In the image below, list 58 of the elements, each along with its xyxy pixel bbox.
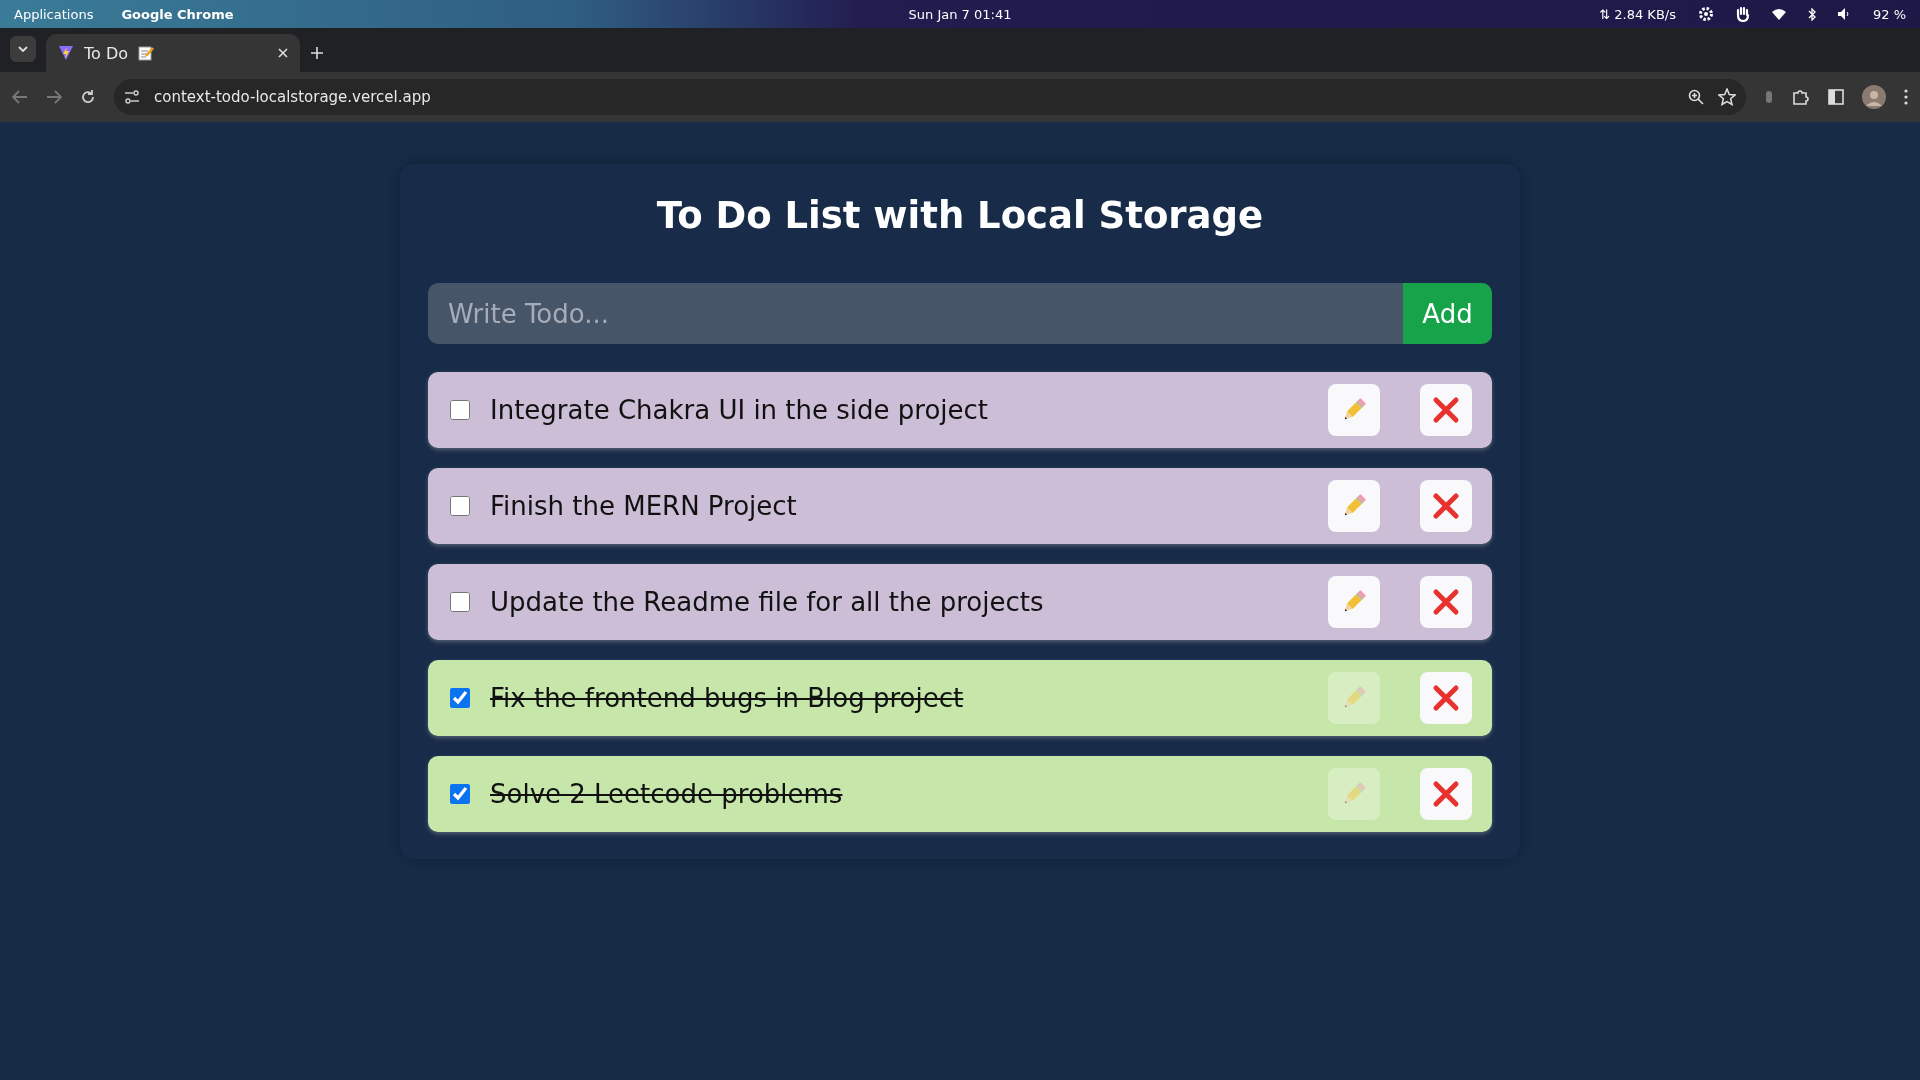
clock[interactable]: Sun Jan 7 01:41 bbox=[908, 6, 1012, 22]
avatar-icon[interactable] bbox=[1862, 85, 1886, 109]
delete-button[interactable] bbox=[1420, 768, 1472, 820]
close-icon bbox=[1432, 492, 1460, 520]
close-tab-button[interactable] bbox=[278, 48, 288, 58]
back-button[interactable] bbox=[12, 90, 28, 104]
close-icon bbox=[278, 48, 288, 58]
wifi-icon[interactable] bbox=[1771, 8, 1786, 20]
todo-text: Fix the frontend bugs in Blog project bbox=[490, 683, 965, 713]
todo-text: Integrate Chakra UI in the side project bbox=[490, 395, 990, 425]
close-icon bbox=[1432, 396, 1460, 424]
bolt-icon bbox=[58, 45, 74, 61]
delete-button[interactable] bbox=[1420, 480, 1472, 532]
page-title: To Do List with Local Storage bbox=[655, 194, 1265, 237]
reload-icon bbox=[80, 89, 96, 105]
forward-arrow-icon bbox=[46, 90, 62, 104]
side-panel-icon[interactable] bbox=[1828, 89, 1844, 105]
close-icon bbox=[1432, 588, 1460, 616]
tab-search-button[interactable] bbox=[10, 36, 36, 62]
star-icon[interactable] bbox=[1718, 88, 1736, 106]
chevron-down-icon bbox=[18, 46, 28, 52]
battery-percentage[interactable]: 92 % bbox=[1872, 6, 1906, 22]
extension-icon[interactable] bbox=[1764, 89, 1774, 105]
delete-button[interactable] bbox=[1420, 384, 1472, 436]
todo-checkbox[interactable] bbox=[450, 496, 470, 516]
hand-icon[interactable] bbox=[1735, 6, 1750, 22]
puzzle-icon[interactable] bbox=[1792, 88, 1810, 106]
volume-icon[interactable] bbox=[1837, 8, 1851, 20]
todo-input-field[interactable]: Write Todo... bbox=[428, 283, 1403, 344]
tab-title: To Do bbox=[84, 43, 129, 63]
browser-tab[interactable]: To Do bbox=[46, 34, 300, 72]
todo-checkbox[interactable] bbox=[450, 400, 470, 420]
network-speed: ⇅ 2.84 KB/s bbox=[1599, 6, 1676, 22]
bluetooth-icon[interactable] bbox=[1807, 7, 1816, 21]
delete-button[interactable] bbox=[1420, 672, 1472, 724]
close-icon bbox=[1432, 780, 1460, 808]
address-bar[interactable]: context-todo-localstorage.vercel.app bbox=[114, 79, 1746, 115]
plus-icon bbox=[310, 46, 324, 60]
reload-button[interactable] bbox=[80, 89, 96, 105]
todo-checkbox[interactable] bbox=[450, 688, 470, 708]
applications-menu[interactable]: Applications bbox=[14, 6, 94, 22]
back-arrow-icon bbox=[12, 90, 28, 104]
delete-button[interactable] bbox=[1420, 576, 1472, 628]
active-app-name: Google Chrome bbox=[121, 6, 234, 22]
site-settings-icon[interactable] bbox=[124, 90, 140, 104]
todo-text: Finish the MERN Project bbox=[490, 491, 798, 521]
close-icon bbox=[1432, 684, 1460, 712]
zoom-icon[interactable] bbox=[1688, 89, 1704, 105]
todo-checkbox[interactable] bbox=[450, 784, 470, 804]
url-text: context-todo-localstorage.vercel.app bbox=[154, 88, 432, 106]
todo-text: Update the Readme file for all the projects bbox=[490, 587, 1045, 617]
memo-icon bbox=[138, 45, 155, 61]
forward-button[interactable] bbox=[46, 90, 62, 104]
todo-text: Solve 2 Leetcode problems bbox=[490, 779, 844, 809]
todo-checkbox[interactable] bbox=[450, 592, 470, 612]
menu-icon[interactable] bbox=[1904, 89, 1908, 105]
new-tab-button[interactable] bbox=[310, 46, 324, 60]
settings-icon[interactable] bbox=[1697, 6, 1714, 22]
